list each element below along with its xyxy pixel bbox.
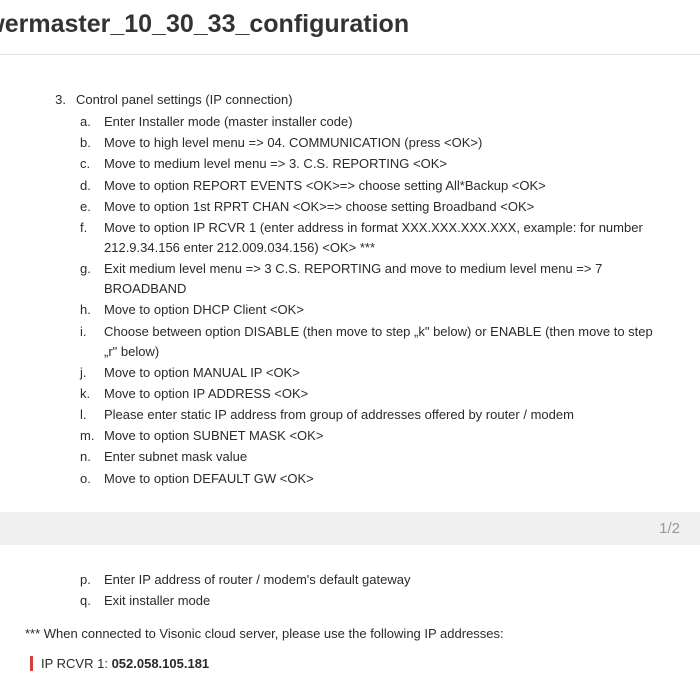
page-header: owermaster_10_30_33_configuration <box>0 0 700 55</box>
sub-list: a.Enter Installer mode (master installer… <box>80 112 665 489</box>
sub-text: Enter Installer mode (master installer c… <box>104 112 665 132</box>
sub-text: Move to medium level menu => 3. C.S. REP… <box>104 154 665 174</box>
page-title: owermaster_10_30_33_configuration <box>0 10 700 39</box>
list-item-main: 3. Control panel settings (IP connection… <box>50 90 665 110</box>
sub-bullet: m. <box>80 426 104 446</box>
sub-text: Move to option SUBNET MASK <OK> <box>104 426 665 446</box>
ordered-list-container: 3. Control panel settings (IP connection… <box>50 90 665 489</box>
sub-bullet: j. <box>80 363 104 383</box>
sub-text: Move to option IP RCVR 1 (enter address … <box>104 218 665 258</box>
list-item: m.Move to option SUBNET MASK <OK> <box>80 426 665 446</box>
sub-text: Move to option MANUAL IP <OK> <box>104 363 665 383</box>
main-heading: Control panel settings (IP connection) <box>76 90 293 110</box>
page-number: 1/2 <box>659 520 680 537</box>
list-item: q.Exit installer mode <box>80 591 665 611</box>
sub-bullet: a. <box>80 112 104 132</box>
sub-bullet: o. <box>80 469 104 489</box>
sub-text: Move to option DEFAULT GW <OK> <box>104 469 665 489</box>
sub-list: p.Enter IP address of router / modem's d… <box>80 570 665 611</box>
sub-bullet: i. <box>80 322 104 362</box>
list-item: b.Move to high level menu => 04. COMMUNI… <box>80 133 665 153</box>
sub-text: Move to high level menu => 04. COMMUNICA… <box>104 133 665 153</box>
sub-text: Enter subnet mask value <box>104 447 665 467</box>
document-content: 3. Control panel settings (IP connection… <box>0 70 700 500</box>
list-item: j.Move to option MANUAL IP <OK> <box>80 363 665 383</box>
list-item: n.Enter subnet mask value <box>80 447 665 467</box>
sub-bullet: d. <box>80 176 104 196</box>
sub-bullet: k. <box>80 384 104 404</box>
list-item: l.Please enter static IP address from gr… <box>80 405 665 425</box>
document-continuation: p.Enter IP address of router / modem's d… <box>0 545 700 681</box>
sub-bullet: n. <box>80 447 104 467</box>
footnote: *** When connected to Visonic cloud serv… <box>25 626 665 641</box>
list-item: a.Enter Installer mode (master installer… <box>80 112 665 132</box>
sub-text: Please enter static IP address from grou… <box>104 405 665 425</box>
list-item: g.Exit medium level menu => 3 C.S. REPOR… <box>80 259 665 299</box>
list-item: o.Move to option DEFAULT GW <OK> <box>80 469 665 489</box>
sub-text: Move to option 1st RPRT CHAN <OK>=> choo… <box>104 197 665 217</box>
main-bullet: 3. <box>50 90 76 110</box>
ip-address-line: IP RCVR 1: 052.058.105.181 <box>30 656 665 671</box>
sub-bullet: p. <box>80 570 104 590</box>
sub-text: Move to option DHCP Client <OK> <box>104 300 665 320</box>
list-item: d.Move to option REPORT EVENTS <OK>=> ch… <box>80 176 665 196</box>
list-item: f.Move to option IP RCVR 1 (enter addres… <box>80 218 665 258</box>
sub-text: Move to option IP ADDRESS <OK> <box>104 384 665 404</box>
sub-text: Choose between option DISABLE (then move… <box>104 322 665 362</box>
sub-text: Move to option REPORT EVENTS <OK>=> choo… <box>104 176 665 196</box>
sub-bullet: f. <box>80 218 104 258</box>
list-item: i.Choose between option DISABLE (then mo… <box>80 322 665 362</box>
list-item: p.Enter IP address of router / modem's d… <box>80 570 665 590</box>
sub-text: Exit medium level menu => 3 C.S. REPORTI… <box>104 259 665 299</box>
list-item: k.Move to option IP ADDRESS <OK> <box>80 384 665 404</box>
sub-text: Enter IP address of router / modem's def… <box>104 570 665 590</box>
sub-bullet: g. <box>80 259 104 299</box>
sub-bullet: e. <box>80 197 104 217</box>
sub-bullet: b. <box>80 133 104 153</box>
list-item: c.Move to medium level menu => 3. C.S. R… <box>80 154 665 174</box>
sub-bullet: q. <box>80 591 104 611</box>
ip-label: IP RCVR 1: <box>41 656 112 671</box>
list-item: e.Move to option 1st RPRT CHAN <OK>=> ch… <box>80 197 665 217</box>
ip-value: 052.058.105.181 <box>112 656 210 671</box>
sub-bullet: c. <box>80 154 104 174</box>
page-indicator-bar: 1/2 <box>0 512 700 545</box>
ordered-list-container: p.Enter IP address of router / modem's d… <box>50 570 665 611</box>
sub-bullet: h. <box>80 300 104 320</box>
sub-bullet: l. <box>80 405 104 425</box>
sub-text: Exit installer mode <box>104 591 665 611</box>
list-item: h.Move to option DHCP Client <OK> <box>80 300 665 320</box>
